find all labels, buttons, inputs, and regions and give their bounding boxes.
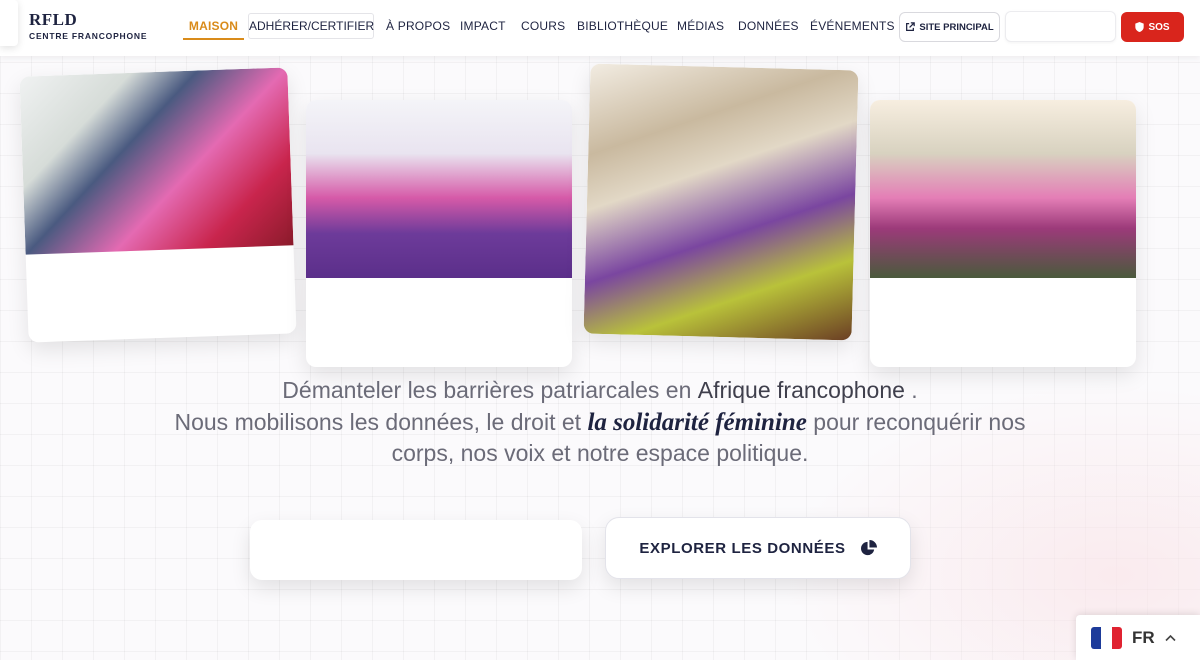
nav-item-apropos[interactable]: À PROPOS	[386, 19, 450, 33]
hero-line-3: corps, nos voix et notre espace politiqu…	[391, 440, 809, 466]
hero-text: Nous mobilisons les données, le droit et	[174, 409, 588, 435]
pie-chart-icon	[860, 539, 877, 555]
logo-subtitle[interactable]: CENTRE FRANCOPHONE	[29, 31, 147, 41]
sos-label: SOS	[1148, 21, 1170, 33]
event-photo-2	[306, 100, 572, 278]
external-link-icon	[906, 22, 916, 31]
hero-text-end: .	[904, 377, 918, 403]
nav-item-medias[interactable]: MÉDIAS	[677, 19, 724, 33]
logo-title[interactable]: RFLD	[29, 10, 77, 30]
shield-icon	[1135, 22, 1145, 32]
hero-highlight-solidarity: la solidarité féminine	[587, 409, 807, 436]
sos-button[interactable]: SOS	[1121, 12, 1184, 42]
nav-item-evenements[interactable]: ÉVÉNEMENTS	[810, 19, 895, 33]
site-header: RFLD CENTRE FRANCOPHONE MAISON ADHÉRER/C…	[0, 0, 1200, 56]
event-photo-4	[870, 100, 1136, 278]
nav-item-cours[interactable]: COURS	[521, 19, 565, 33]
search-input[interactable]	[1005, 11, 1116, 42]
event-photo-1	[19, 67, 294, 255]
photo-card-3	[583, 63, 859, 341]
hero-line-1: Démanteler les barrières patriarcales en…	[20, 374, 1180, 406]
chevron-up-icon	[1165, 634, 1176, 641]
hero-text-end: pour reconquérir nos	[806, 409, 1026, 435]
nav-item-bibliotheque[interactable]: BIBLIOTHÈQUE	[577, 19, 668, 33]
language-code: FR	[1132, 627, 1155, 647]
hero-line-2: Nous mobilisons les données, le droit et…	[20, 406, 1180, 439]
explore-data-button[interactable]: EXPLORER LES DONNÉES	[605, 517, 911, 579]
nav-item-maison[interactable]: MAISON	[183, 19, 244, 40]
nav-item-donnees[interactable]: DONNÉES	[738, 19, 799, 33]
event-photo-3	[583, 63, 859, 341]
hero-highlight-region: Afrique francophone	[697, 377, 905, 403]
secondary-cta-button[interactable]	[250, 520, 582, 580]
photo-card-4	[870, 100, 1136, 367]
language-selector[interactable]: FR	[1076, 615, 1200, 660]
site-principal-label: SITE PRINCIPAL	[919, 21, 994, 33]
site-principal-button[interactable]: SITE PRINCIPAL	[899, 12, 1000, 42]
photo-card-2	[306, 100, 572, 367]
nav-item-impact[interactable]: IMPACT	[460, 19, 506, 33]
explore-data-label: EXPLORER LES DONNÉES	[639, 539, 846, 557]
menu-toggle-tab[interactable]	[0, 0, 18, 46]
nav-item-adherer[interactable]: ADHÉRER/CERTIFIER	[248, 13, 374, 39]
hero-text: Démanteler les barrières patriarcales en	[282, 377, 698, 403]
photo-card-1	[19, 67, 297, 343]
france-flag-icon	[1091, 626, 1122, 649]
